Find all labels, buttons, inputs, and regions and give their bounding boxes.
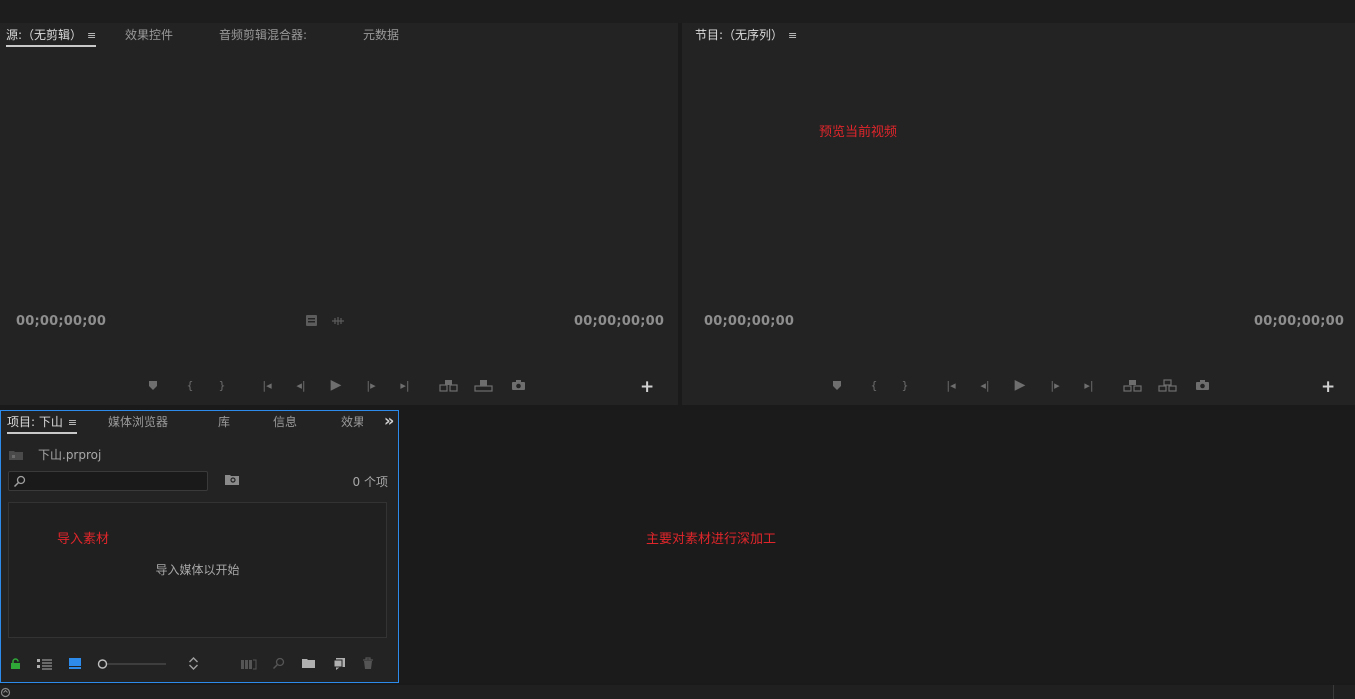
automate-to-sequence-icon[interactable] xyxy=(240,658,257,670)
program-timecode-current[interactable]: 00;00;00;00 xyxy=(704,314,794,329)
mark-in-button[interactable]: { xyxy=(866,379,882,393)
tab-source[interactable]: 源:（无剪辑） ≡ xyxy=(6,27,97,47)
annotation-import-media: 导入素材 xyxy=(57,532,110,547)
source-timecode-current[interactable]: 00;00;00;00 xyxy=(16,314,106,329)
insert-icon[interactable] xyxy=(439,379,458,392)
status-bar xyxy=(0,685,1355,699)
list-view-icon[interactable] xyxy=(36,658,53,670)
go-to-in-button[interactable]: |◂ xyxy=(259,379,275,393)
new-item-icon[interactable] xyxy=(333,657,346,670)
go-to-out-button[interactable]: ▸| xyxy=(1081,379,1097,393)
source-monitor-panel: 源:（无剪辑） ≡ 效果控件 音频剪辑混合器: 元数据 00;00;00;00 0… xyxy=(0,23,678,405)
program-timecode-duration: 00;00;00;00 xyxy=(1254,314,1345,329)
status-icon[interactable] xyxy=(0,687,11,698)
item-count: 0 个项 xyxy=(352,475,388,489)
go-to-out-button[interactable]: ▸| xyxy=(397,379,413,393)
step-forward-button[interactable]: |▸ xyxy=(363,379,379,393)
play-button[interactable]: ▶ xyxy=(1012,378,1028,392)
mark-out-button[interactable]: } xyxy=(897,379,913,393)
source-timecode-duration: 00;00;00;00 xyxy=(574,314,665,329)
play-button[interactable]: ▶ xyxy=(328,378,344,392)
overflow-tabs-button[interactable]: » xyxy=(384,412,394,432)
timeline-area[interactable]: 主要对素材进行深加工 xyxy=(400,410,1355,683)
tab-source-label: 源:（无剪辑） xyxy=(6,28,83,42)
drag-video-icon[interactable] xyxy=(305,314,318,327)
add-marker-button[interactable] xyxy=(145,379,161,393)
add-button-source[interactable]: + xyxy=(640,379,654,396)
tab-audio-clip-mixer[interactable]: 音频剪辑混合器: xyxy=(219,27,307,47)
sort-icon[interactable] xyxy=(188,656,199,671)
tab-metadata[interactable]: 元数据 xyxy=(363,27,399,47)
project-panel: 项目: 下山 ≡ 媒体浏览器 库 信息 效果 » 下山.prproj 0 个项 导… xyxy=(0,410,399,683)
tab-media-browser[interactable]: 媒体浏览器 xyxy=(108,414,168,434)
tab-effects[interactable]: 效果 xyxy=(341,414,363,434)
step-back-button[interactable]: ◂| xyxy=(293,379,309,393)
step-back-button[interactable]: ◂| xyxy=(977,379,993,393)
lift-icon[interactable] xyxy=(1123,379,1142,392)
extract-icon[interactable] xyxy=(1158,379,1177,392)
annotation-deep-editing: 主要对素材进行深加工 xyxy=(646,532,777,547)
panel-menu-icon[interactable]: ≡ xyxy=(68,416,77,429)
mark-out-button[interactable]: } xyxy=(214,379,230,393)
add-button-program[interactable]: + xyxy=(1321,379,1335,396)
folder-icon[interactable] xyxy=(301,657,316,669)
program-monitor-panel: 节目:（无序列） ≡ 预览当前视频 00;00;00;00 00;00;00;00… xyxy=(682,23,1355,405)
camera-icon[interactable] xyxy=(1195,379,1210,391)
lock-icon[interactable] xyxy=(10,658,21,670)
overwrite-icon[interactable] xyxy=(474,379,493,392)
tab-effect-controls[interactable]: 效果控件 xyxy=(125,27,173,47)
mark-in-button[interactable]: { xyxy=(182,379,198,393)
panel-menu-icon[interactable]: ≡ xyxy=(87,29,96,42)
camera-icon[interactable] xyxy=(511,379,526,391)
add-marker-button[interactable] xyxy=(829,379,845,393)
empty-hint: 导入媒体以开始 xyxy=(155,563,240,577)
drag-audio-icon[interactable] xyxy=(331,315,345,327)
zoom-slider[interactable] xyxy=(97,658,167,670)
tab-program[interactable]: 节目:（无序列） ≡ xyxy=(695,27,797,47)
trash-icon[interactable] xyxy=(362,657,374,670)
icon-view-icon[interactable] xyxy=(68,657,82,670)
panel-menu-icon[interactable]: ≡ xyxy=(788,29,797,42)
project-folder-icon xyxy=(8,448,24,461)
search-input[interactable] xyxy=(8,471,208,491)
status-divider xyxy=(1333,685,1334,699)
tab-project-label: 项目: 下山 xyxy=(7,415,63,429)
search-icon xyxy=(13,475,26,488)
go-to-in-button[interactable]: |◂ xyxy=(943,379,959,393)
tab-info[interactable]: 信息 xyxy=(273,414,297,434)
tab-libraries[interactable]: 库 xyxy=(218,414,230,434)
project-filename: 下山.prproj xyxy=(38,448,102,462)
title-bar xyxy=(0,0,1355,23)
tab-project[interactable]: 项目: 下山 ≡ xyxy=(7,414,78,434)
annotation-preview-video: 预览当前视频 xyxy=(819,125,898,140)
step-forward-button[interactable]: |▸ xyxy=(1047,379,1063,393)
project-content-area[interactable]: 导入素材 导入媒体以开始 xyxy=(8,502,387,638)
tab-program-label: 节目:（无序列） xyxy=(695,28,784,42)
new-search-bin-icon[interactable] xyxy=(224,473,240,486)
find-icon[interactable] xyxy=(272,657,285,670)
